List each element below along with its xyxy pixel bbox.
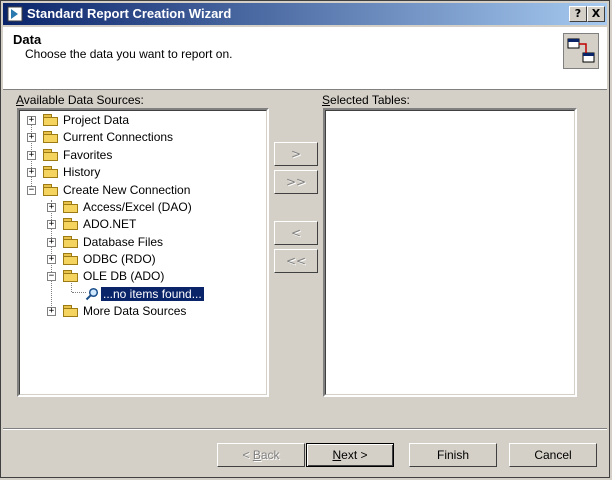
linked-tables-icon — [563, 33, 599, 69]
folder-icon — [63, 236, 79, 248]
page-title: Data — [13, 32, 42, 47]
folder-icon — [63, 270, 79, 282]
cancel-button[interactable]: Cancel — [509, 443, 597, 467]
remove-table-button[interactable]: < — [274, 221, 318, 245]
folder-icon — [43, 149, 59, 161]
next-button[interactable]: Next > — [306, 443, 394, 467]
page-subtitle: Choose the data you want to report on. — [25, 47, 233, 61]
wizard-window: Standard Report Creation Wizard ? X Data… — [0, 0, 610, 478]
add-table-button[interactable]: > — [274, 142, 318, 166]
title-bar[interactable]: Standard Report Creation Wizard ? X — [3, 3, 607, 25]
expand-icon[interactable]: + — [47, 255, 56, 264]
crystal-reports-app-icon — [7, 6, 23, 22]
collapse-icon[interactable]: − — [27, 186, 36, 195]
wizard-header: Data Choose the data you want to report … — [3, 27, 607, 90]
collapse-icon[interactable]: − — [47, 272, 56, 281]
folder-icon — [43, 184, 59, 196]
expand-icon[interactable]: + — [47, 238, 56, 247]
window-title: Standard Report Creation Wizard — [27, 6, 232, 21]
folder-icon — [43, 114, 59, 126]
expand-icon[interactable]: + — [47, 307, 56, 316]
folder-icon — [43, 166, 59, 178]
help-button[interactable]: ? — [569, 6, 587, 22]
selected-tables-label: Selected Tables: — [322, 93, 410, 107]
folder-icon — [43, 131, 59, 143]
expand-icon[interactable]: + — [47, 203, 56, 212]
available-sources-tree[interactable]: + Project Data + Current Connections + F… — [17, 108, 269, 397]
folder-icon — [63, 201, 79, 213]
folder-icon — [63, 218, 79, 230]
back-button[interactable]: < Back — [217, 443, 305, 467]
footer-divider — [3, 428, 607, 430]
expand-icon[interactable]: + — [27, 116, 36, 125]
available-sources-label: Available Data Sources: — [16, 93, 144, 107]
folder-icon — [63, 253, 79, 265]
remove-all-tables-button[interactable]: << — [274, 249, 318, 273]
expand-icon[interactable]: + — [27, 151, 36, 160]
expand-icon[interactable]: + — [47, 220, 56, 229]
magnifier-icon — [85, 287, 99, 301]
expand-icon[interactable]: + — [27, 168, 36, 177]
selected-tables-list[interactable] — [323, 108, 577, 397]
finish-button[interactable]: Finish — [409, 443, 497, 467]
close-button[interactable]: X — [587, 6, 605, 22]
expand-icon[interactable]: + — [27, 133, 36, 142]
add-all-tables-button[interactable]: >> — [274, 170, 318, 194]
folder-icon — [63, 305, 79, 317]
